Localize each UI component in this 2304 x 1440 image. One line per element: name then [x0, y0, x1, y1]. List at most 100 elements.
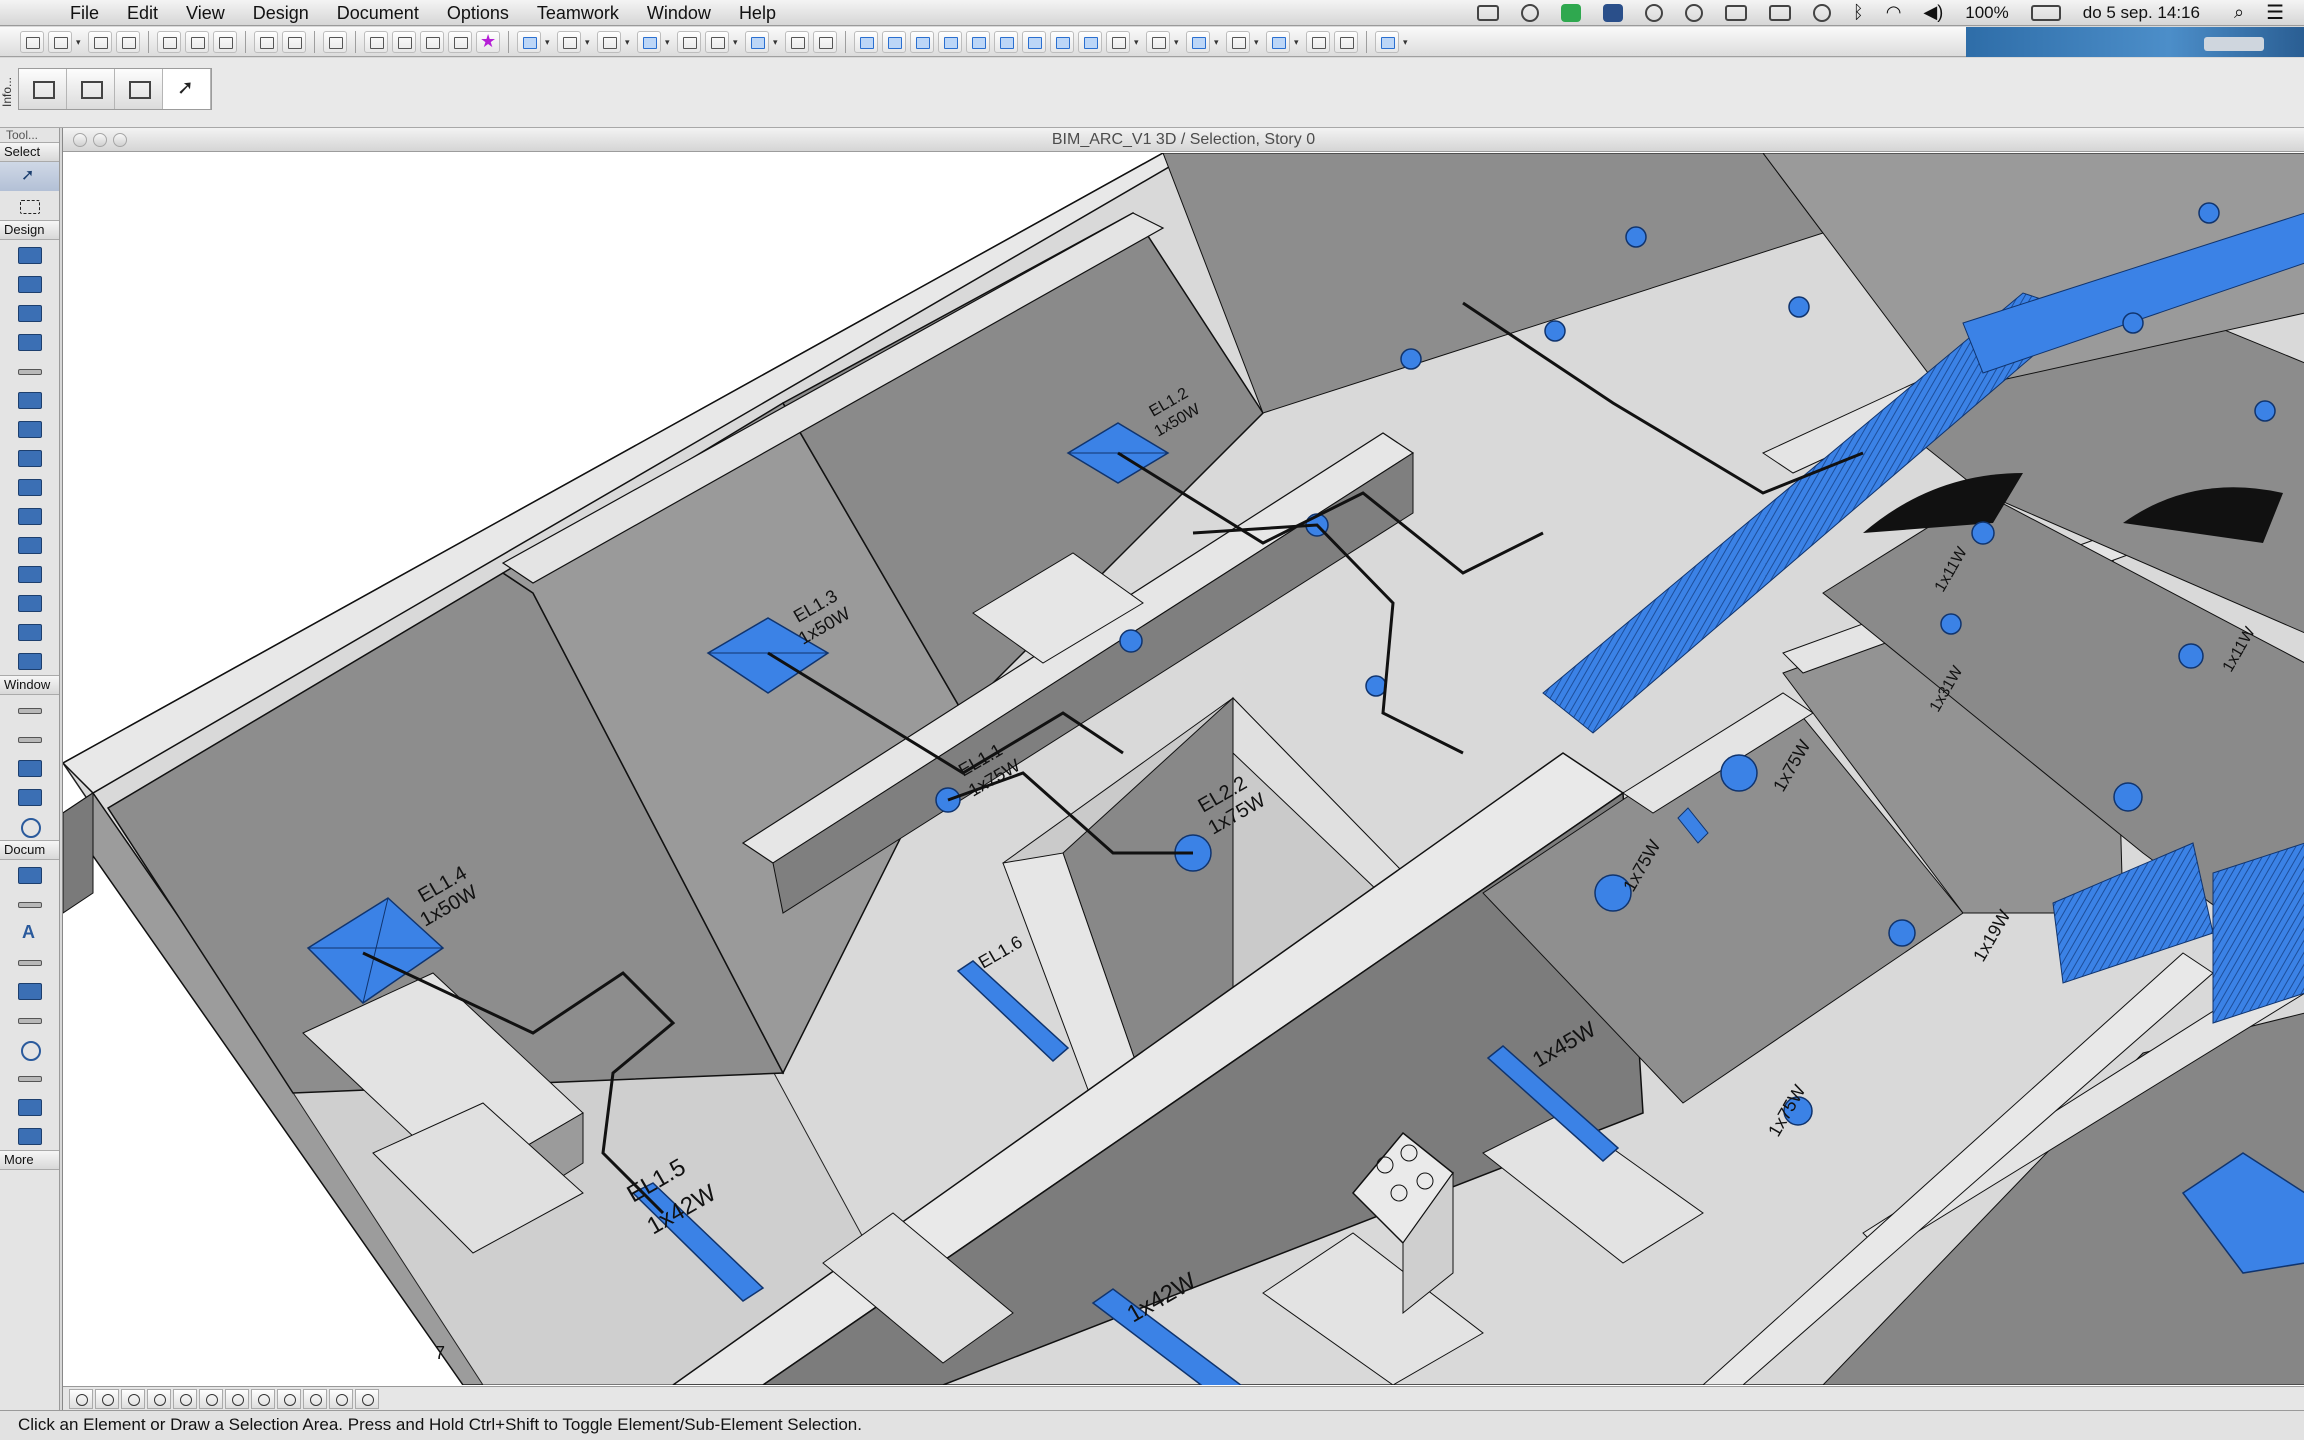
- orbit-icon[interactable]: [517, 30, 541, 53]
- zoom-window-icon[interactable]: [113, 133, 127, 147]
- pen-icon[interactable]: [705, 30, 729, 53]
- bluetooth-icon[interactable]: ᛒ: [1853, 2, 1864, 23]
- keyboard-icon[interactable]: [1768, 4, 1791, 21]
- app-status-icon[interactable]: [1560, 3, 1581, 22]
- stair-tool-icon[interactable]: [0, 501, 59, 530]
- fit-window-icon[interactable]: [277, 1388, 301, 1409]
- headphones-icon[interactable]: [1684, 3, 1703, 22]
- zone-tool-icon[interactable]: [0, 646, 59, 675]
- teamwork-icon[interactable]: [1375, 30, 1399, 53]
- previous-zoom-icon[interactable]: [329, 1388, 353, 1409]
- downlight[interactable]: [1544, 320, 1566, 342]
- 3d-viewport[interactable]: EL1.4 1x50W EL1.3 1x50W EL1.2 1x50W EL1.…: [63, 153, 2304, 1385]
- magnet-dropdown-icon[interactable]: ▾: [773, 31, 781, 53]
- arrow-tool-icon[interactable]: [0, 162, 59, 191]
- downlight[interactable]: [2122, 312, 2144, 334]
- slab-tool-icon[interactable]: [0, 269, 59, 298]
- figure-tool-icon[interactable]: [0, 1121, 59, 1150]
- home-icon[interactable]: [1050, 30, 1074, 53]
- text-tool-icon[interactable]: [0, 918, 59, 947]
- beam-tool-icon[interactable]: [0, 356, 59, 385]
- group-icon[interactable]: [854, 30, 878, 53]
- new-file-icon[interactable]: [20, 30, 44, 53]
- open-file-icon[interactable]: [48, 30, 72, 53]
- column-tool-icon[interactable]: [0, 385, 59, 414]
- layers-icon[interactable]: [323, 30, 347, 53]
- roof-tool-icon[interactable]: [0, 298, 59, 327]
- render-icon[interactable]: [1226, 30, 1250, 53]
- door-tool-icon[interactable]: [0, 443, 59, 472]
- dimension-icon[interactable]: [785, 30, 809, 53]
- volume-icon[interactable]: ◀): [1923, 2, 1943, 23]
- downlight[interactable]: [2198, 202, 2220, 224]
- trim-icon[interactable]: [1078, 30, 1102, 53]
- downlight[interactable]: [1971, 521, 1995, 545]
- camera-icon[interactable]: [1334, 30, 1358, 53]
- gravity-icon[interactable]: [637, 30, 661, 53]
- clock[interactable]: do 5 sep. 14:16: [2083, 3, 2200, 23]
- section-select[interactable]: Select: [0, 142, 59, 162]
- undo-icon[interactable]: [254, 30, 278, 53]
- menu-window[interactable]: Window: [633, 0, 725, 26]
- grid-icon[interactable]: [597, 30, 621, 53]
- spotlight-search-icon[interactable]: ⌕: [2234, 2, 2244, 23]
- window-icon[interactable]: [1306, 30, 1330, 53]
- curve-icon[interactable]: [994, 30, 1018, 53]
- box-dropdown-icon[interactable]: ▾: [1214, 31, 1222, 53]
- zoom-out-icon[interactable]: [199, 1388, 223, 1409]
- menu-teamwork[interactable]: Teamwork: [523, 0, 633, 26]
- airplay-icon[interactable]: [1724, 4, 1747, 21]
- marquee-selection-icon[interactable]: [67, 69, 115, 109]
- pointer-arrow-icon[interactable]: [163, 69, 211, 109]
- downlight[interactable]: [1940, 613, 1962, 635]
- eyedropper-icon[interactable]: [392, 30, 416, 53]
- next-zoom-icon[interactable]: [355, 1388, 379, 1409]
- display-icon[interactable]: [1476, 4, 1499, 21]
- minimize-window-icon[interactable]: [93, 133, 107, 147]
- teamwork-dropdown-icon[interactable]: ▾: [1403, 31, 1411, 53]
- menu-design[interactable]: Design: [239, 0, 323, 26]
- downlight[interactable]: [1788, 296, 1810, 318]
- downlight[interactable]: [1720, 754, 1758, 792]
- label-tool-icon[interactable]: [0, 860, 59, 889]
- print-icon[interactable]: [116, 30, 140, 53]
- marquee-tool-icon[interactable]: [0, 191, 59, 220]
- syringe-icon[interactable]: [420, 30, 444, 53]
- intersection-dropdown-icon[interactable]: ▾: [585, 31, 593, 53]
- detail-tool-icon[interactable]: [0, 811, 59, 840]
- box-icon[interactable]: [1186, 30, 1210, 53]
- downlight[interactable]: [2113, 782, 2143, 812]
- section-window[interactable]: Window: [0, 675, 59, 695]
- orbit-dropdown-icon[interactable]: ▾: [545, 31, 553, 53]
- notification-list-icon[interactable]: ☰: [2266, 0, 2284, 25]
- shade-icon[interactable]: [1266, 30, 1290, 53]
- line-icon[interactable]: [677, 30, 701, 53]
- morph-tool-icon[interactable]: [0, 617, 59, 646]
- network-icon[interactable]: [1602, 3, 1623, 22]
- worksheet-tool-icon[interactable]: [0, 782, 59, 811]
- magnet-icon[interactable]: [745, 30, 769, 53]
- orbit-nav-icon[interactable]: [121, 1388, 145, 1409]
- floor-plan-nav-icon[interactable]: [69, 1388, 93, 1409]
- cloud-icon[interactable]: [1520, 3, 1539, 22]
- rotate-view-icon[interactable]: [251, 1388, 275, 1409]
- explode-icon[interactable]: [1146, 30, 1170, 53]
- copy-icon[interactable]: [185, 30, 209, 53]
- intersection-icon[interactable]: [557, 30, 581, 53]
- wall-tool-icon[interactable]: [0, 240, 59, 269]
- dimension-tool-icon[interactable]: [0, 889, 59, 918]
- 3d-nav-icon[interactable]: [95, 1388, 119, 1409]
- pen-dropdown-icon[interactable]: ▾: [733, 31, 741, 53]
- open-dropdown-icon[interactable]: ▾: [76, 31, 84, 53]
- grid-dropdown-icon[interactable]: ▾: [625, 31, 633, 53]
- section-more[interactable]: More: [0, 1150, 59, 1170]
- section-document[interactable]: Docum: [0, 840, 59, 860]
- pan-hand-icon[interactable]: [225, 1388, 249, 1409]
- level-dimension-tool-icon[interactable]: [0, 947, 59, 976]
- render-dropdown-icon[interactable]: ▾: [1254, 31, 1262, 53]
- polyline-tool-icon[interactable]: [0, 1063, 59, 1092]
- railing-tool-icon[interactable]: [0, 530, 59, 559]
- shade-dropdown-icon[interactable]: ▾: [1294, 31, 1302, 53]
- line-tool-icon[interactable]: [0, 1005, 59, 1034]
- offset-icon[interactable]: [1022, 30, 1046, 53]
